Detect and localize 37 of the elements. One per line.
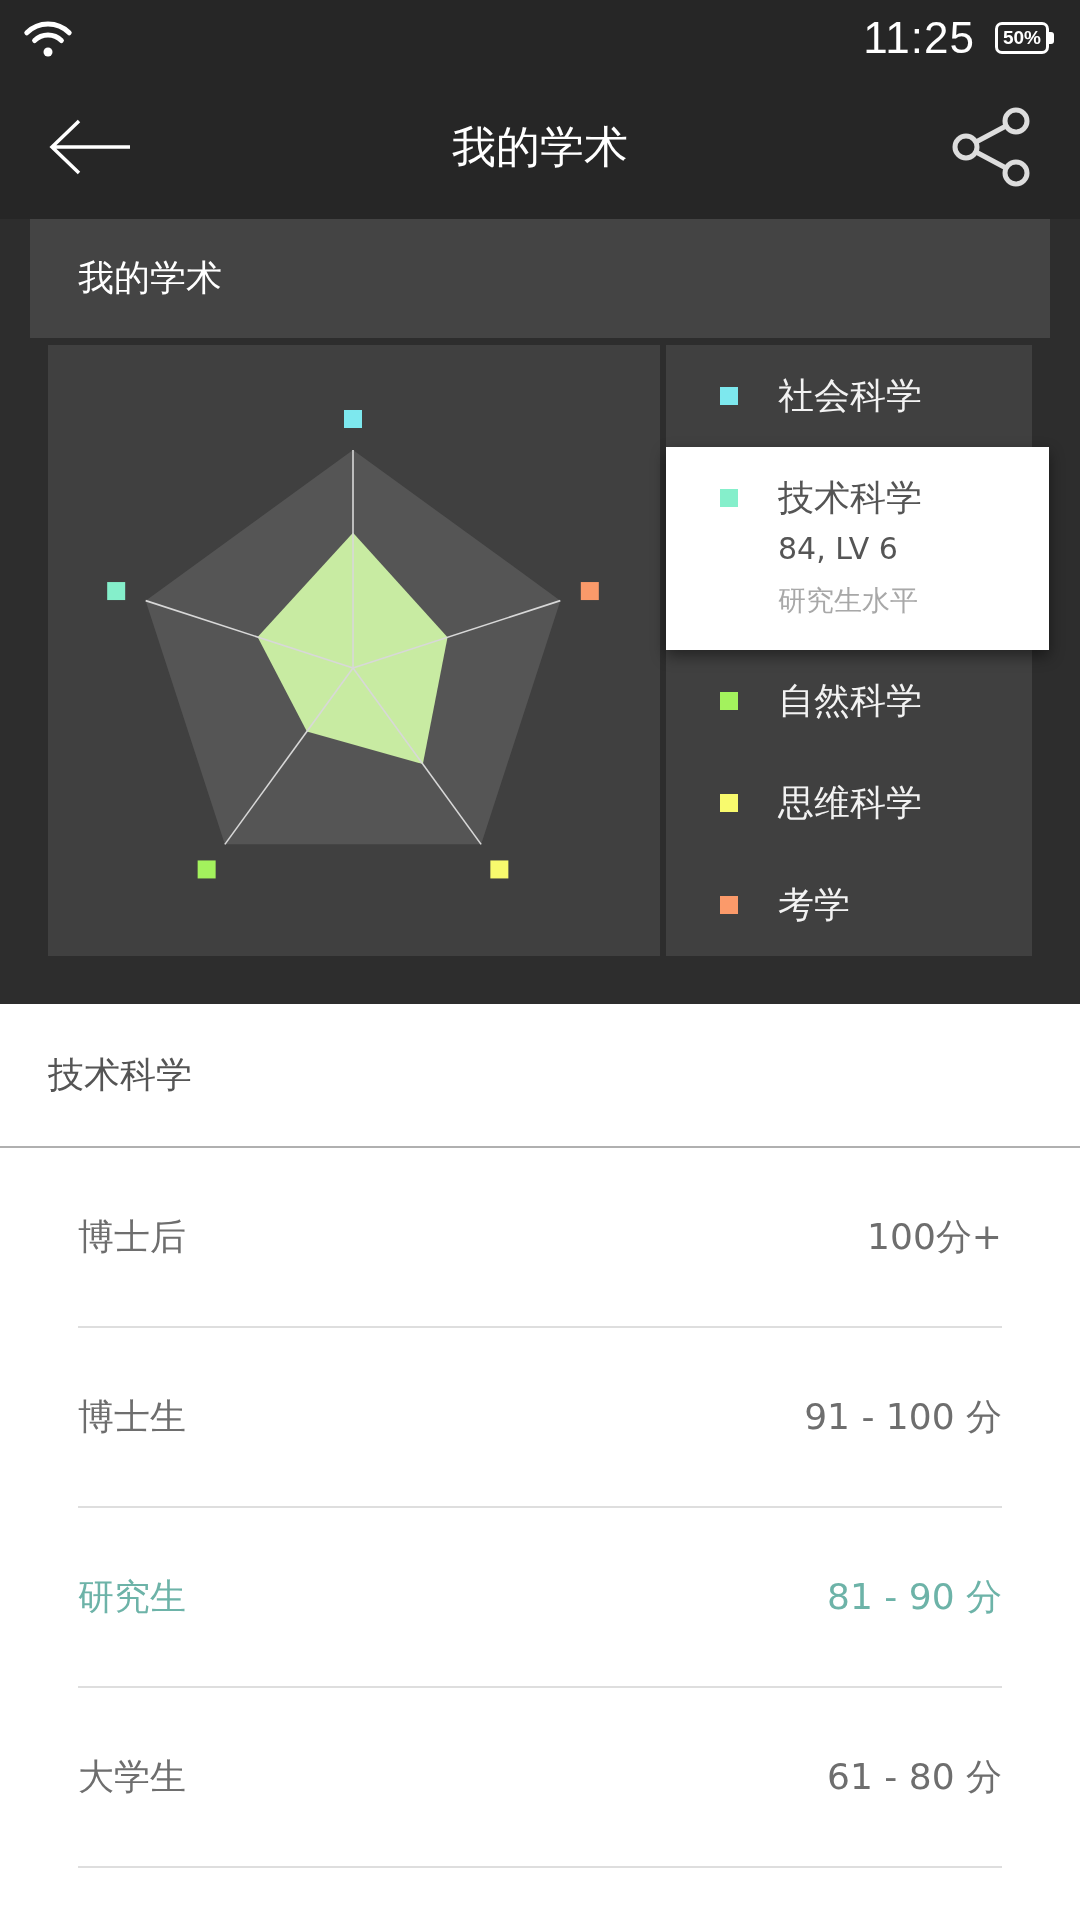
legend-label: 思维科学: [778, 781, 922, 825]
battery-indicator: 50%: [994, 21, 1054, 54]
axis-marker-icon: [107, 582, 126, 601]
level-row[interactable]: 大学生 61 - 80 分: [78, 1688, 1002, 1868]
legend-item[interactable]: 自然科学: [666, 650, 1032, 752]
legend-label: 考学: [778, 883, 850, 927]
legend-item[interactable]: 社会科学: [666, 345, 1032, 447]
level-name: 博士后: [78, 1214, 186, 1259]
legend-item[interactable]: 思维科学: [666, 752, 1032, 854]
card-title: 我的学术: [78, 256, 222, 300]
score-range: 100分+: [867, 1214, 1002, 1259]
score-range: 91 - 100 分: [804, 1394, 1002, 1439]
level-row[interactable]: 博士生 91 - 100 分: [78, 1328, 1002, 1508]
clock-time: 11:25: [863, 12, 975, 63]
legend-label: 自然科学: [778, 679, 922, 723]
axis-marker-icon: [344, 410, 362, 428]
score-range: 61 - 80 分: [827, 1754, 1002, 1799]
legend-item[interactable]: 考学: [666, 854, 1032, 956]
level-text: 研究生水平: [778, 583, 918, 619]
axis-marker-icon: [197, 860, 216, 879]
legend-item[interactable]: 技术科学 84, LV 6 研究生水平: [666, 447, 1049, 650]
legend-label: 社会科学: [778, 374, 922, 418]
share-button[interactable]: [952, 107, 1032, 187]
back-arrow-icon: [48, 117, 132, 177]
share-icon: [952, 107, 1032, 187]
page-title: 我的学术: [452, 119, 628, 174]
back-button[interactable]: [48, 117, 132, 177]
score-text: 84, LV 6: [778, 530, 898, 568]
section-title: 技术科学: [48, 1052, 192, 1097]
legend-label: 技术科学: [778, 476, 922, 520]
axis-marker-icon: [490, 860, 509, 879]
level-name: 研究生: [78, 1574, 186, 1619]
level-name: 博士生: [78, 1394, 186, 1439]
level-name: 大学生: [78, 1754, 186, 1799]
score-range: 81 - 90 分: [827, 1574, 1002, 1619]
axis-marker-icon: [580, 582, 599, 601]
level-row[interactable]: 博士后 100分+: [78, 1148, 1002, 1328]
